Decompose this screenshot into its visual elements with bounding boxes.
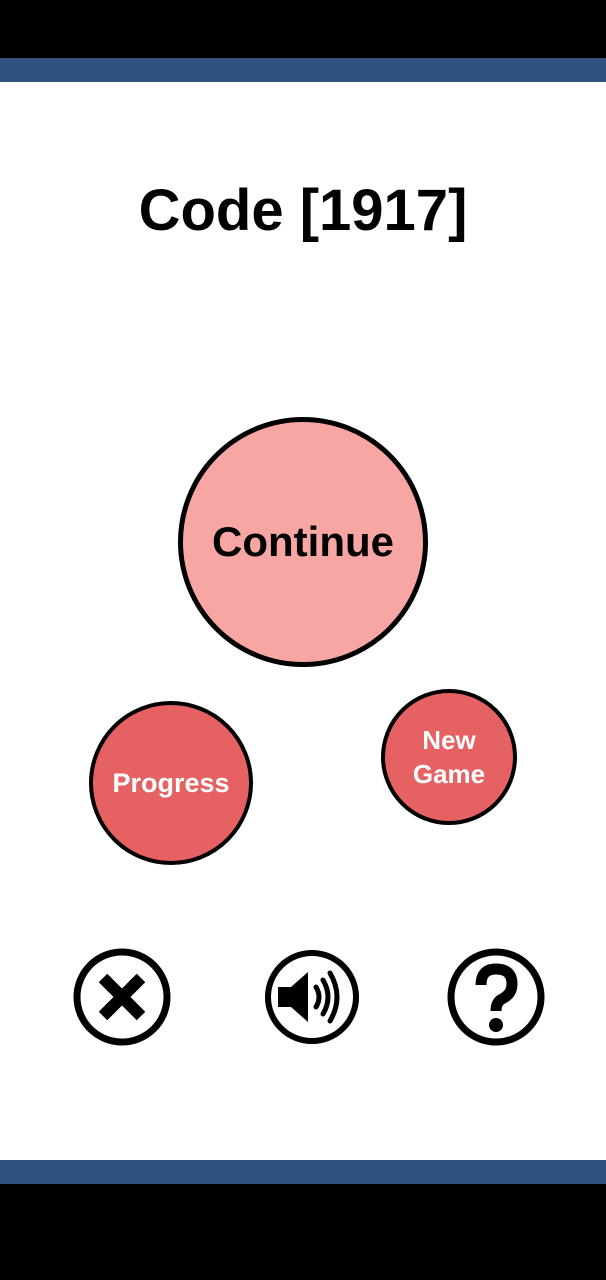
sound-button[interactable] <box>262 947 362 1047</box>
new-game-button[interactable]: New Game <box>381 689 517 825</box>
new-game-label: New Game <box>413 723 485 791</box>
continue-button[interactable]: Continue <box>178 417 428 667</box>
close-icon <box>73 948 171 1046</box>
page-title: Code [1917] <box>138 178 468 243</box>
bottom-black-bar <box>0 1184 606 1280</box>
speaker-icon <box>265 950 359 1044</box>
top-black-bar <box>0 0 606 58</box>
new-game-label-line2: Game <box>412 759 486 789</box>
bottom-accent-band <box>0 1160 606 1184</box>
progress-label: Progress <box>112 767 230 798</box>
progress-button[interactable]: Progress <box>89 701 253 865</box>
help-button[interactable] <box>446 947 546 1047</box>
new-game-label-line1: New <box>422 725 476 755</box>
continue-label: Continue <box>212 518 394 565</box>
top-accent-band <box>0 58 606 82</box>
exit-button[interactable] <box>72 947 172 1047</box>
question-mark-icon <box>447 948 545 1046</box>
